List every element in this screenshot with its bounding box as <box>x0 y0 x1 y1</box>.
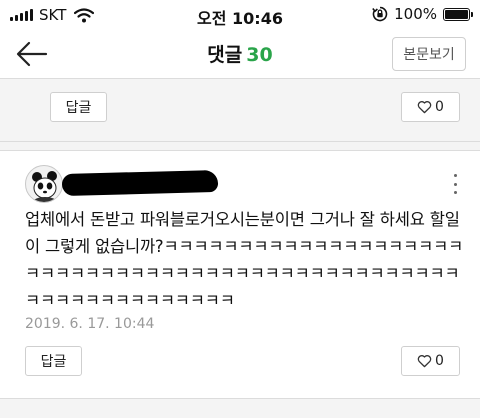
like-count: 0 <box>435 99 444 115</box>
view-post-button[interactable]: 본문보기 <box>392 37 466 71</box>
battery-icon <box>443 7 473 21</box>
nav-bar: 댓글 30 본문보기 <box>0 30 480 78</box>
comment-count: 30 <box>246 44 273 66</box>
page-title-text: 댓글 <box>207 44 243 66</box>
more-options-icon[interactable] <box>450 174 460 194</box>
like-button[interactable]: 0 <box>401 346 460 376</box>
heart-icon <box>417 101 432 114</box>
comment-separator <box>0 142 480 150</box>
orientation-lock-icon <box>372 6 388 22</box>
heart-icon <box>417 355 432 368</box>
panda-avatar-icon <box>32 171 57 202</box>
like-button[interactable]: 0 <box>401 92 460 122</box>
like-count: 0 <box>435 353 444 369</box>
redacted-username <box>61 169 219 197</box>
reply-button[interactable]: 답글 <box>50 92 107 122</box>
comment-date: 2019. 6. 17. 10:44 <box>25 316 155 332</box>
section-divider <box>0 150 480 151</box>
avatar[interactable] <box>25 165 63 203</box>
comment-separator <box>0 399 480 418</box>
battery-percent: 100% <box>394 5 437 23</box>
status-bar: SKT 오전 10:46 100% <box>0 0 480 30</box>
reply-button[interactable]: 답글 <box>25 346 82 376</box>
status-right: 100% <box>372 5 473 23</box>
comment-text: 업체에서 돈받고 파워블로거오시는분이면 그거나 잘 하세요 할일이 그렇게 없… <box>25 210 464 310</box>
